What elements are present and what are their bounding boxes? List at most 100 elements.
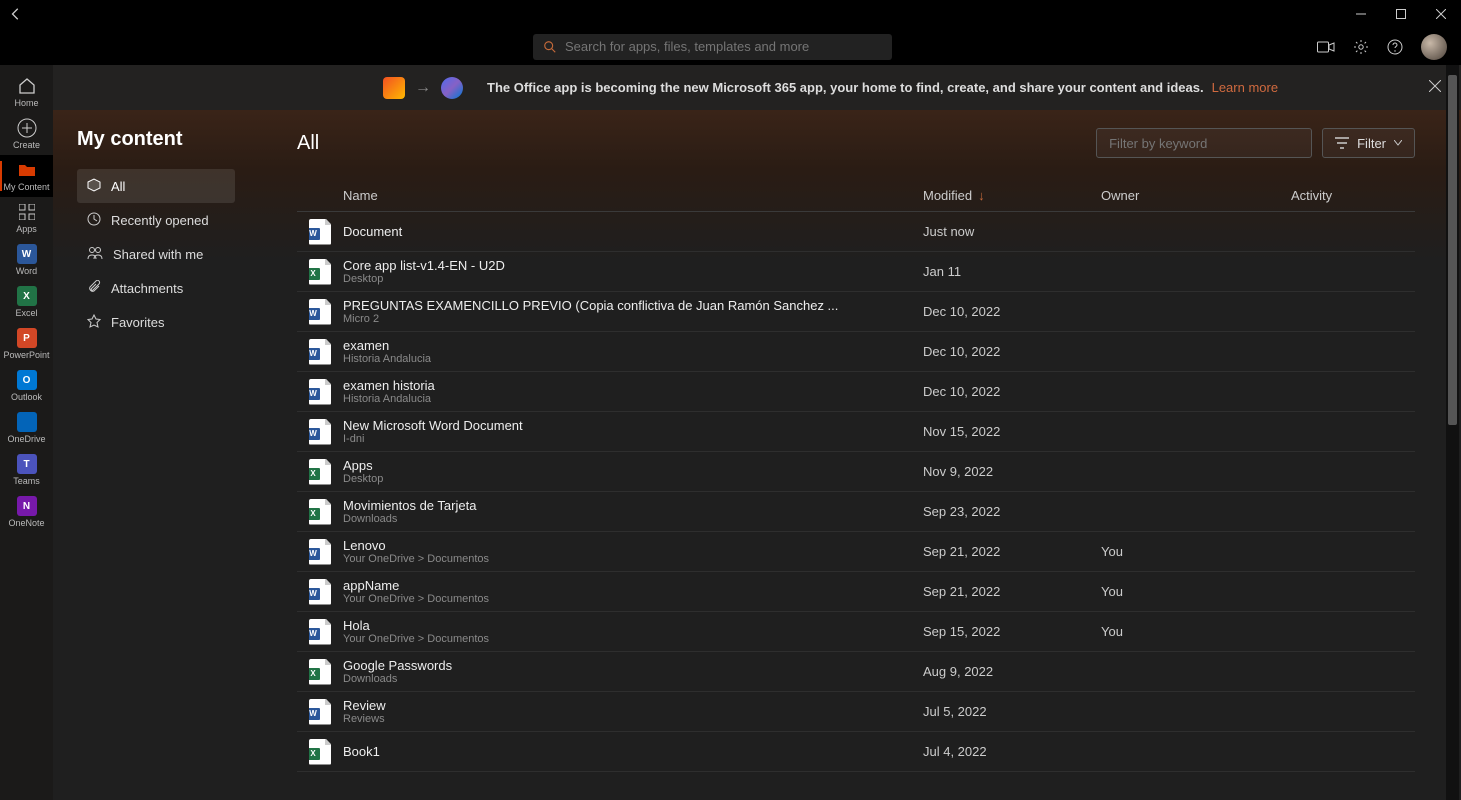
file-icon: X (309, 659, 331, 685)
sidebar-item-all[interactable]: All (77, 169, 235, 203)
file-path: Historia Andalucia (343, 353, 923, 365)
banner-close-button[interactable] (1429, 79, 1441, 97)
search-icon (543, 40, 557, 54)
excel-icon: X (17, 286, 37, 306)
rail-label: Home (14, 98, 38, 108)
powerpoint-icon: P (17, 328, 37, 348)
file-modified: Dec 10, 2022 (923, 344, 1101, 359)
file-icon: W (309, 379, 331, 405)
table-row[interactable]: WexamenHistoria AndaluciaDec 10, 2022 (297, 332, 1415, 372)
rail-label: Outlook (11, 392, 42, 402)
toolbar (0, 28, 1461, 65)
teams-icon: T (17, 454, 37, 474)
rail-home[interactable]: Home (0, 71, 53, 113)
rail-label: PowerPoint (3, 350, 49, 360)
arrow-left-icon (9, 7, 23, 21)
rail-label: OneNote (8, 518, 44, 528)
close-icon (1436, 9, 1446, 19)
filter-input[interactable] (1096, 128, 1312, 158)
column-modified[interactable]: Modified ↓ (923, 188, 1101, 203)
file-modified: Just now (923, 224, 1101, 239)
sidebar-item-favorites[interactable]: Favorites (77, 305, 235, 339)
search-input[interactable] (565, 39, 882, 54)
meet-now-button[interactable] (1317, 40, 1335, 54)
rail-label: Create (13, 140, 40, 150)
sidebar-item-recent[interactable]: Recently opened (77, 203, 235, 237)
column-activity[interactable]: Activity (1291, 188, 1415, 203)
file-modified: Nov 9, 2022 (923, 464, 1101, 479)
scrollbar-thumb[interactable] (1448, 75, 1457, 425)
table-row[interactable]: WHolaYour OneDrive > DocumentosSep 15, 2… (297, 612, 1415, 652)
table-row[interactable]: WReviewReviewsJul 5, 2022 (297, 692, 1415, 732)
rail-mycontent[interactable]: My Content (0, 155, 53, 197)
sidebar-item-shared[interactable]: Shared with me (77, 237, 235, 271)
filter-button[interactable]: Filter (1322, 128, 1415, 158)
search-box[interactable] (533, 34, 892, 60)
file-path: Desktop (343, 473, 923, 485)
rail-outlook[interactable]: OOutlook (0, 365, 53, 407)
back-button[interactable] (0, 7, 32, 21)
rail-powerpoint[interactable]: P PowerPoint (0, 323, 53, 365)
file-icon: X (309, 459, 331, 485)
table-row[interactable]: XBook1Jul 4, 2022 (297, 732, 1415, 772)
sidebar-title: My content (77, 128, 235, 151)
chevron-down-icon (1394, 140, 1402, 146)
table-row[interactable]: XAppsDesktopNov 9, 2022 (297, 452, 1415, 492)
rail-label: My Content (3, 182, 49, 192)
home-icon (17, 76, 37, 96)
create-icon (17, 118, 37, 138)
file-path: Micro 2 (343, 313, 923, 325)
table-row[interactable]: XGoogle PasswordsDownloadsAug 9, 2022 (297, 652, 1415, 692)
sidebar-item-label: Favorites (111, 315, 164, 330)
settings-button[interactable] (1353, 39, 1369, 55)
rail-label: OneDrive (7, 434, 45, 444)
rail-excel[interactable]: XExcel (0, 281, 53, 323)
rail-label: Teams (13, 476, 40, 486)
table-header: Name Modified ↓ Owner Activity (297, 180, 1415, 212)
rail-word[interactable]: WWord (0, 239, 53, 281)
sort-desc-icon: ↓ (978, 188, 985, 203)
shared-icon (87, 246, 103, 263)
column-name[interactable]: Name (343, 188, 923, 203)
onenote-icon: N (17, 496, 37, 516)
attachments-icon (87, 280, 101, 297)
rail-onenote[interactable]: N OneNote (0, 491, 53, 533)
file-icon: W (309, 699, 331, 725)
close-window-button[interactable] (1421, 0, 1461, 28)
gear-icon (1353, 39, 1369, 55)
file-modified: Sep 15, 2022 (923, 624, 1101, 639)
sidebar-item-label: Recently opened (111, 213, 209, 228)
table-row[interactable]: Wexamen historiaHistoria AndaluciaDec 10… (297, 372, 1415, 412)
column-owner[interactable]: Owner (1101, 188, 1291, 203)
file-icon: X (309, 739, 331, 765)
maximize-icon (1396, 9, 1406, 19)
sidebar-item-attachments[interactable]: Attachments (77, 271, 235, 305)
table-row[interactable]: WLenovoYour OneDrive > DocumentosSep 21,… (297, 532, 1415, 572)
file-icon: W (309, 339, 331, 365)
learn-more-link[interactable]: Learn more (1212, 80, 1278, 95)
maximize-button[interactable] (1381, 0, 1421, 28)
help-button[interactable] (1387, 39, 1403, 55)
all-icon (87, 178, 101, 195)
help-icon (1387, 39, 1403, 55)
rail-teams[interactable]: T Teams (0, 449, 53, 491)
word-icon: W (17, 244, 37, 264)
scrollbar[interactable] (1446, 65, 1459, 800)
file-name: New Microsoft Word Document (343, 418, 923, 433)
rail-create[interactable]: Create (0, 113, 53, 155)
table-row[interactable]: WDocumentJust now (297, 212, 1415, 252)
rail-apps[interactable]: Apps (0, 197, 53, 239)
banner-text: The Office app is becoming the new Micro… (487, 80, 1204, 95)
filter-icon (1335, 137, 1349, 149)
file-name: Review (343, 698, 923, 713)
file-owner: You (1101, 544, 1291, 559)
table-row[interactable]: XMovimientos de TarjetaDownloadsSep 23, … (297, 492, 1415, 532)
avatar[interactable] (1421, 34, 1447, 60)
table-row[interactable]: WappNameYour OneDrive > DocumentosSep 21… (297, 572, 1415, 612)
minimize-button[interactable] (1341, 0, 1381, 28)
table-row[interactable]: WPREGUNTAS EXAMENCILLO PREVIO (Copia con… (297, 292, 1415, 332)
rail-onedrive[interactable]: OneDrive (0, 407, 53, 449)
table-row[interactable]: WNew Microsoft Word DocumentI-dniNov 15,… (297, 412, 1415, 452)
mycontent-icon (17, 160, 37, 180)
table-row[interactable]: XCore app list-v1.4-EN - U2DDesktopJan 1… (297, 252, 1415, 292)
